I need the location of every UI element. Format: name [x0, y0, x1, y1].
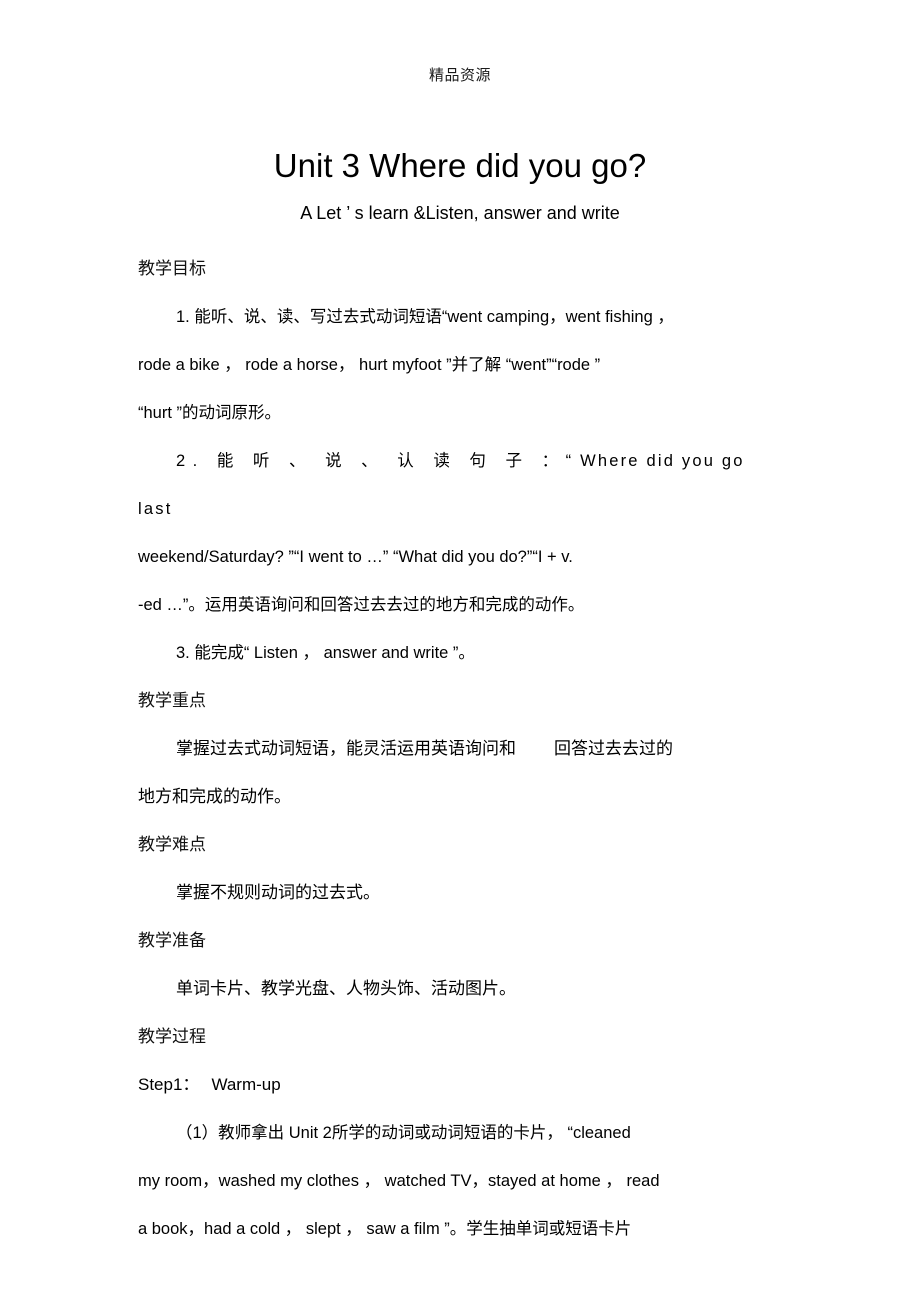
objective-1-line-1: 1. 能听、说、读、写过去式动词短语“went camping，went fis…	[176, 308, 658, 326]
objective-item-3: 3. 能完成“ Listen ， answer and write ”。	[138, 629, 784, 677]
key-points-line-1b: 回答过去去过的	[554, 739, 673, 758]
objective-2-line-2: weekend/Saturday? ”“I went to …” “What d…	[138, 548, 573, 566]
key-points-line-2: 地方和完成的动作。	[138, 787, 291, 806]
difficulties-paragraph: 掌握不规则动词的过去式。	[138, 869, 784, 917]
difficulties-line-1: 掌握不规则动词的过去式。	[176, 883, 380, 902]
process-paragraph-1: （1）教师拿出 Unit 2所学的动词或动词短语的卡片， “cleaned my…	[138, 1109, 784, 1253]
document-body: 教学目标 1. 能听、说、读、写过去式动词短语“went camping，wen…	[138, 245, 784, 1253]
objective-item-2: 2. 能 听 、 说 、 认 读 句 子 ：“ Where did you go…	[138, 437, 784, 629]
section-heading-process: 教学过程	[138, 1027, 206, 1046]
section-heading-key-points: 教学重点	[138, 691, 206, 710]
process-p1-line-3: a book，had a cold ， slept ， saw a film ”…	[138, 1220, 632, 1238]
step1-heading: Step1： Warm-up	[138, 1061, 784, 1109]
objective-item-1: 1. 能听、说、读、写过去式动词短语“went camping，went fis…	[138, 293, 784, 437]
preparation-paragraph: 单词卡片、教学光盘、人物头饰、活动图片。	[138, 965, 784, 1013]
process-p1-line-1: （1）教师拿出 Unit 2所学的动词或动词短语的卡片， “cleaned	[176, 1124, 631, 1142]
section-heading-objectives: 教学目标	[138, 259, 206, 278]
objective-1-line-3: “hurt ”的动词原形。	[138, 404, 282, 422]
page-header: 精品资源	[428, 68, 491, 84]
step1-title: Warm-up	[211, 1075, 281, 1094]
key-points-paragraph: 掌握过去式动词短语，能灵活运用英语询问和 回答过去去过的 地方和完成的动作。	[138, 725, 784, 821]
section-heading-preparation: 教学准备	[138, 931, 206, 950]
section-heading-difficulties: 教学难点	[138, 835, 206, 854]
objective-1-line-2: rode a bike ， rode a horse， hurt myfoot …	[138, 356, 601, 374]
key-points-line-1a: 掌握过去式动词短语，能灵活运用英语询问和	[176, 739, 516, 758]
page-subtitle: A Let ’ s learn &Listen, answer and writ…	[300, 203, 620, 223]
objective-2-line-1-prefix: 2. 能 听 、 说 、 认 读 句 子 ：	[176, 452, 566, 470]
preparation-line-1: 单词卡片、教学光盘、人物头饰、活动图片。	[176, 979, 516, 998]
objective-2-line-3: -ed …”。运用英语询问和回答过去去过的地方和完成的动作。	[138, 596, 585, 614]
objective-1-line-1-tail: ，	[657, 308, 674, 326]
objective-3-line-1: 3. 能完成“ Listen ， answer and write ”。	[176, 644, 475, 662]
page-title: Unit 3 Where did you go?	[273, 147, 647, 185]
document-page: 精品资源 Unit 3 Where did you go? A Let ’ s …	[0, 0, 920, 1303]
step1-label: Step1：	[138, 1075, 200, 1094]
process-p1-line-2: my room，washed my clothes ， watched TV，s…	[138, 1172, 660, 1190]
